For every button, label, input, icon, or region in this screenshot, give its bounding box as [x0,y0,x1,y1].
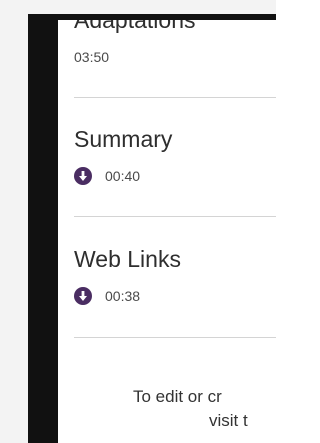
list-item-title: Web Links [74,246,181,272]
device-bezel [28,14,58,443]
list-item-meta: 00:40 [74,167,140,185]
app-screen: Adaptations 03:50 Summary 00:40 Web Link… [58,20,276,443]
divider [74,337,276,338]
list-item-title: Summary [74,126,173,152]
list-item-duration: 00:38 [105,288,141,304]
device-frame: Adaptations 03:50 Summary 00:40 Web Link… [0,0,276,443]
footer-text-line-1: To edit or cr [133,387,222,406]
download-icon[interactable] [74,287,92,305]
list-item-duration: 03:50 [74,49,110,65]
list-item-meta: 00:38 [74,287,140,305]
list-item-summary[interactable]: Summary 00:40 [58,98,276,216]
list-item-duration: 00:40 [105,168,141,184]
download-icon[interactable] [74,167,92,185]
list-item-web-links[interactable]: Web Links 00:38 [58,217,276,337]
list-item-adaptations[interactable]: Adaptations 03:50 [58,20,276,96]
list-item-title: Adaptations [74,20,196,33]
footer-text-line-2: visit t [209,411,248,430]
list-item-meta: 03:50 [74,49,109,65]
